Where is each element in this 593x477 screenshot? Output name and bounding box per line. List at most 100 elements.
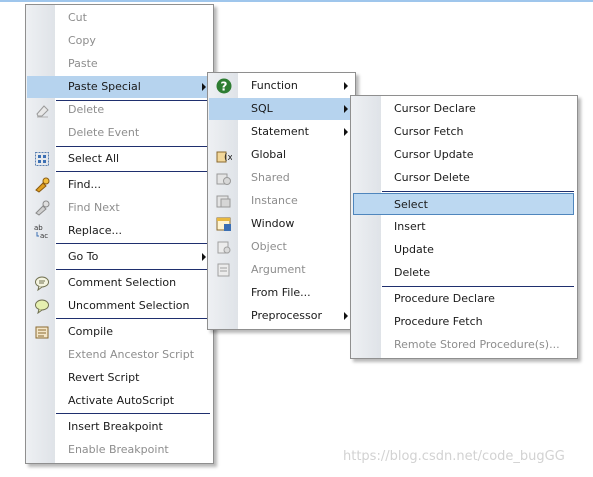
menu-item-label: Cursor Fetch [394,125,464,138]
menu-item-procedure-declare[interactable]: Procedure Declare [352,288,576,310]
menu-item-label: Shared [251,171,290,184]
eraser-icon [34,102,50,118]
menu-item-cursor-delete[interactable]: Cursor Delete [352,167,576,189]
svg-text:(x): (x) [224,153,232,163]
menu-item-label: Extend Ancestor Script [68,348,195,361]
menu-item-label: Compile [68,325,113,338]
menu-item-global[interactable]: (x) Global [209,144,354,166]
menu-item-label: Window [251,217,295,230]
menu-item-cursor-declare[interactable]: Cursor Declare [352,98,576,120]
menu-item-label: Revert Script [68,371,140,384]
menu-item-delete[interactable]: Delete [27,99,212,121]
submenu-arrow-icon [202,253,206,261]
menu-item-delete-event[interactable]: Delete Event [27,122,212,144]
menu-separator [56,269,210,270]
submenu-arrow-icon [344,105,348,113]
menu-item-cut[interactable]: Cut [27,7,212,29]
window-top-edge [0,0,593,2]
menu-item-cursor-fetch[interactable]: Cursor Fetch [352,121,576,143]
menu-separator [56,243,210,244]
menu-item-label: Replace... [68,224,123,237]
menu-item-uncomment-selection[interactable]: Uncomment Selection [27,295,212,317]
menu-item-label: Cursor Update [394,148,474,161]
global-variable-icon: (x) [216,147,236,163]
menu-item-label: Paste [68,57,98,70]
menu-item-window[interactable]: Window [209,213,354,235]
menu-item-label: Statement [251,125,309,138]
menu-separator [56,318,210,319]
menu-separator [382,286,574,287]
select-all-icon [34,151,50,167]
menu-item-paste[interactable]: Paste [27,53,212,75]
menu-item-update[interactable]: Update [352,239,576,261]
menu-item-label: From File... [251,286,311,299]
comment-icon [34,275,50,292]
menu-item-label: Insert Breakpoint [68,420,163,433]
menu-item-label: Cut [68,11,87,24]
watermark: https://blog.csdn.net/code_bugGG [343,449,565,464]
svg-text:?: ? [221,80,228,94]
menu-item-label: Find Next [68,201,120,214]
menu-item-statement[interactable]: Statement [209,121,354,143]
binoculars-icon [34,177,50,193]
submenu-arrow-icon [344,128,348,136]
menu-item-argument[interactable]: Argument [209,259,354,281]
menu-item-extend-ancestor-script[interactable]: Extend Ancestor Script [27,344,212,366]
menu-item-cursor-update[interactable]: Cursor Update [352,144,576,166]
menu-item-revert-script[interactable]: Revert Script [27,367,212,389]
menu-item-label: Comment Selection [68,276,177,289]
menu-item-label: Preprocessor [251,309,323,322]
menu-item-paste-special[interactable]: Paste Special [27,76,212,98]
menu-item-label: Argument [251,263,306,276]
menu-item-activate-autoscript[interactable]: Activate AutoScript [27,390,212,412]
menu-item-label: Uncomment Selection [68,299,190,312]
menu-item-label: Instance [251,194,298,207]
window-icon [216,216,232,232]
paste-special-submenu: ? Function SQL Statement (x) Global Shar… [207,72,356,330]
menu-item-select[interactable]: Select [353,193,574,215]
menu-item-instance[interactable]: Instance [209,190,354,212]
object-icon [216,239,232,255]
menu-item-go-to[interactable]: Go To [27,246,212,268]
submenu-arrow-icon [344,312,348,320]
menu-item-find[interactable]: Find... [27,174,212,196]
menu-item-label: Cursor Declare [394,102,476,115]
menu-item-label: SQL [251,102,273,115]
menu-item-comment-selection[interactable]: Comment Selection [27,272,212,294]
menu-item-label: Go To [68,250,99,263]
instance-variable-icon [216,193,232,209]
menu-item-label: Select [394,198,428,211]
menu-item-compile[interactable]: Compile [27,321,212,343]
menu-item-select-all[interactable]: Select All [27,148,212,170]
menu-item-delete[interactable]: Delete [352,262,576,284]
menu-item-object[interactable]: Object [209,236,354,258]
menu-item-label: Find... [68,178,102,191]
menu-item-label: Paste Special [68,80,141,93]
replace-icon: ab ac [34,223,50,240]
menu-item-insert[interactable]: Insert [352,216,576,238]
menu-item-label: Object [251,240,287,253]
menu-item-enable-breakpoint[interactable]: Enable Breakpoint [27,439,212,461]
shared-variable-icon [216,170,232,186]
menu-item-label: Insert [394,220,426,233]
menu-item-label: Delete [68,103,105,116]
menu-item-remote-stored-procedures[interactable]: Remote Stored Procedure(s)... [352,334,576,356]
menu-item-procedure-fetch[interactable]: Procedure Fetch [352,311,576,333]
menu-item-find-next[interactable]: Find Next [27,197,212,219]
menu-item-insert-breakpoint[interactable]: Insert Breakpoint [27,416,212,438]
submenu-arrow-icon [202,83,206,91]
menu-item-sql[interactable]: SQL [209,98,354,120]
help-icon: ? [216,78,232,94]
menu-item-preprocessor[interactable]: Preprocessor [209,305,354,327]
menu-item-label: Enable Breakpoint [68,443,169,456]
menu-separator [56,146,210,147]
menu-item-shared[interactable]: Shared [209,167,354,189]
menu-separator [56,171,210,172]
menu-item-label: Update [394,243,434,256]
menu-item-from-file[interactable]: From File... [209,282,354,304]
menu-item-function[interactable]: ? Function [209,75,354,97]
menu-item-copy[interactable]: Copy [27,30,212,52]
menu-item-label: Copy [68,34,96,47]
menu-item-replace[interactable]: ab ac Replace... [27,220,212,242]
compile-icon [34,324,50,340]
